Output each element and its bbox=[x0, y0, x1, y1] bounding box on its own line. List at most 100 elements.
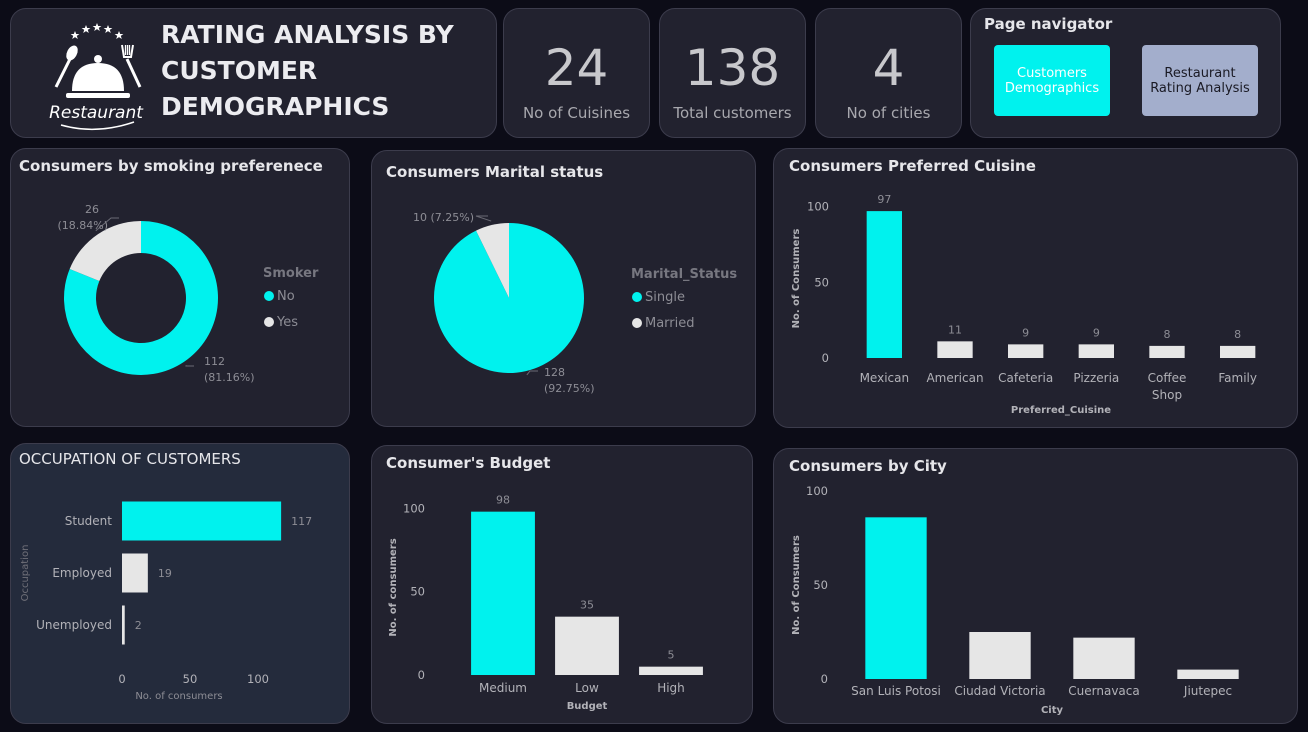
bar-cuernavaca[interactable] bbox=[1073, 637, 1135, 679]
data-label-percent: (81.16%) bbox=[204, 371, 255, 384]
data-label: 19 bbox=[158, 567, 172, 580]
kpi-card-cuisines: 24 No of Cuisines bbox=[503, 8, 650, 138]
data-label: 8 bbox=[1164, 328, 1171, 341]
kpi-label: Total customers bbox=[673, 104, 792, 122]
legend-title: Marital_Status bbox=[631, 267, 737, 282]
y-tick-label: 50 bbox=[813, 578, 828, 592]
x-tick-label: San Luis Potosi bbox=[851, 684, 941, 698]
chart-title: Consumers by smoking preferenece bbox=[19, 157, 323, 175]
legend-marker bbox=[264, 291, 274, 301]
title-card: Restaurant RATING ANALYSIS BY CUSTOMER D… bbox=[10, 8, 497, 138]
smoking-chart-card: Consumers by smoking preferenece 112 (81.… bbox=[10, 148, 350, 427]
leader-line bbox=[475, 215, 492, 222]
x-tick-label: Ciudad Victoria bbox=[954, 684, 1045, 698]
occupation-chart-card: OCCUPATION OF CUSTOMERS 117 Student 19 Empl… bbox=[10, 443, 350, 724]
bar-family[interactable] bbox=[1220, 345, 1256, 358]
x-tick-label: Shop bbox=[1152, 388, 1182, 402]
y-tick-label: Unemployed bbox=[36, 618, 112, 632]
bar-unemployed[interactable] bbox=[122, 605, 125, 645]
bar-high[interactable] bbox=[639, 666, 703, 675]
bar-jiutepec[interactable] bbox=[1177, 669, 1239, 679]
legend-title: Smoker bbox=[263, 266, 319, 281]
y-tick-label: Student bbox=[65, 514, 113, 528]
x-tick-label: Low bbox=[575, 681, 599, 695]
y-tick-label: 100 bbox=[807, 200, 829, 214]
chart-title: Consumers Marital status bbox=[386, 163, 604, 181]
x-tick-label: 50 bbox=[183, 672, 198, 686]
data-label-value: 10 (7.25%) bbox=[413, 211, 474, 224]
x-axis-title: Budget bbox=[567, 701, 608, 712]
bar-ciudad-victoria[interactable] bbox=[969, 632, 1031, 679]
navigator-title: Page navigator bbox=[984, 15, 1113, 33]
x-tick-label: Jiutepec bbox=[1183, 684, 1232, 698]
legend-marker bbox=[632, 318, 642, 328]
kpi-label: No of Cuisines bbox=[522, 104, 631, 122]
bar-san-luis-potosi[interactable] bbox=[865, 517, 927, 679]
legend-item-yes[interactable]: Yes bbox=[276, 315, 298, 330]
bar-low[interactable] bbox=[555, 616, 619, 675]
data-label: 97 bbox=[877, 193, 891, 206]
x-tick-label: Pizzeria bbox=[1073, 371, 1119, 385]
data-label-percent: (92.75%) bbox=[544, 382, 595, 395]
x-tick-label: Mexican bbox=[860, 371, 910, 385]
page-title: RATING ANALYSIS BY CUSTOMER DEMOGRAPHICS bbox=[161, 20, 454, 121]
page-navigator: Page navigator Customers Demographics Re… bbox=[970, 8, 1281, 138]
y-tick-label: 0 bbox=[418, 668, 425, 682]
y-axis-title: No. of Consumers bbox=[791, 535, 802, 635]
marital-chart-card: Consumers Marital status 128 (92.75%) 10 (… bbox=[371, 150, 756, 427]
y-axis-title: Occupation bbox=[20, 545, 31, 602]
y-tick-label: 50 bbox=[410, 585, 425, 599]
y-tick-label: 0 bbox=[821, 672, 828, 686]
bar-mexican[interactable] bbox=[866, 211, 902, 358]
restaurant-logo: Restaurant bbox=[49, 23, 144, 131]
data-label-value: 26 bbox=[85, 203, 99, 216]
data-label-value: 112 bbox=[204, 355, 225, 368]
smoking-donut-chart: 112 (81.16%) 26 (18.84%) Smoker No Yes bbox=[57, 203, 319, 384]
nav-restaurant-rating-button[interactable]: Restaurant Rating Analysis bbox=[1142, 45, 1258, 116]
x-tick-label: 0 bbox=[118, 672, 125, 686]
data-label: 8 bbox=[1234, 328, 1241, 341]
x-tick-label: Coffee bbox=[1148, 371, 1187, 385]
x-axis-title: No. of consumers bbox=[135, 691, 222, 702]
x-tick-label: Medium bbox=[479, 681, 527, 695]
y-tick-label: 100 bbox=[403, 501, 425, 515]
kpi-card-cities: 4 No of cities bbox=[815, 8, 962, 138]
x-axis-title: Preferred_Cuisine bbox=[1011, 405, 1111, 416]
data-label: 2 bbox=[135, 619, 142, 632]
x-tick-label: 100 bbox=[247, 672, 269, 686]
city-bar-chart: 0 50 100 San Luis Potosi Ciudad Victoria Cuer… bbox=[791, 484, 1239, 716]
x-tick-label: Family bbox=[1218, 371, 1257, 385]
bar-american[interactable] bbox=[937, 341, 973, 358]
data-label: 9 bbox=[1022, 326, 1029, 339]
nav-customers-demographics-button[interactable]: Customers Demographics bbox=[994, 45, 1110, 116]
y-tick-label: 50 bbox=[814, 275, 829, 289]
leader-line bbox=[185, 365, 194, 367]
bar-pizzeria[interactable] bbox=[1078, 344, 1114, 358]
chart-title: Consumers by City bbox=[789, 457, 947, 475]
x-tick-label: Cafeteria bbox=[998, 371, 1053, 385]
legend-item-no[interactable]: No bbox=[277, 289, 295, 304]
kpi-value: 24 bbox=[544, 39, 609, 97]
data-label: 117 bbox=[291, 515, 312, 528]
legend-item-married[interactable]: Married bbox=[645, 316, 695, 331]
bar-cafeteria[interactable] bbox=[1008, 344, 1044, 358]
bar-student[interactable] bbox=[122, 501, 282, 541]
bar-coffee-shop[interactable] bbox=[1149, 345, 1185, 358]
legend-item-single[interactable]: Single bbox=[645, 290, 685, 305]
bar-employed[interactable] bbox=[122, 553, 148, 593]
leader-line bbox=[526, 370, 538, 376]
chart-title: OCCUPATION OF CUSTOMERS bbox=[19, 450, 241, 468]
bar-medium[interactable] bbox=[471, 511, 535, 675]
kpi-card-customers: 138 Total customers bbox=[659, 8, 806, 138]
kpi-label: No of cities bbox=[846, 104, 931, 122]
x-axis-title: City bbox=[1041, 705, 1064, 716]
data-label: 98 bbox=[496, 494, 510, 507]
y-tick-label: 100 bbox=[806, 484, 828, 498]
marital-pie-chart: 128 (92.75%) 10 (7.25%) Marital_Status Singl… bbox=[413, 211, 737, 395]
data-label-percent: (18.84%) bbox=[57, 219, 108, 232]
data-label: 35 bbox=[580, 599, 594, 612]
x-tick-label: American bbox=[926, 371, 983, 385]
cuisine-bar-chart: 0 50 100 97 Mexican 11 American 9 Cafeteria 9 Pizz… bbox=[791, 193, 1257, 416]
x-tick-label: Cuernavaca bbox=[1068, 684, 1139, 698]
data-label: 9 bbox=[1093, 326, 1100, 339]
